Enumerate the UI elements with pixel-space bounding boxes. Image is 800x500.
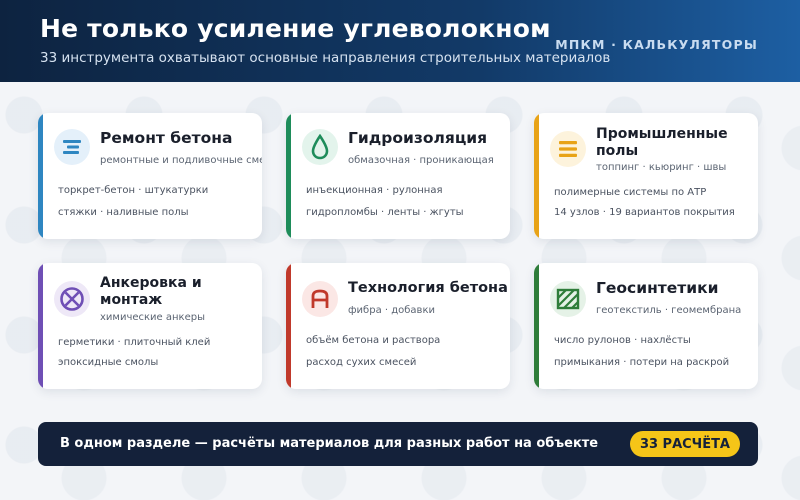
card-title: Промышленные полы xyxy=(596,126,728,159)
brand-label: МПКМ · КАЛЬКУЛЯТОРЫ xyxy=(555,37,758,52)
card-subtitle: фибра · добавки xyxy=(348,305,435,316)
card-line: примыкания · потери на раскрой xyxy=(554,357,730,368)
card-accent-bar xyxy=(38,113,43,239)
card-line: гидропломбы · ленты · жгуты xyxy=(306,207,464,218)
letter-a-icon xyxy=(302,281,338,317)
card-line: инъекционная · рулонная xyxy=(306,185,443,196)
card-accent-bar xyxy=(534,113,539,239)
count-badge[interactable]: 33 РАСЧЁТА xyxy=(629,431,740,457)
page-subtitle: 33 инструмента охватывают основные напра… xyxy=(40,50,611,66)
card-title: Технология бетона xyxy=(348,280,508,296)
card-line: число рулонов · нахлёсты xyxy=(554,335,691,346)
card-waterproofing[interactable]: Гидроизоляция обмазочная · проникающая и… xyxy=(286,113,510,239)
card-concrete-repair[interactable]: Ремонт бетона ремонтные и подливочные см… xyxy=(38,113,262,239)
card-geosynthetics[interactable]: Геосинтетики геотекстиль · геомембрана ч… xyxy=(534,263,758,389)
card-subtitle: геотекстиль · геомембрана xyxy=(596,305,742,316)
card-accent-bar xyxy=(286,113,291,239)
card-line: эпоксидные смолы xyxy=(58,357,159,368)
card-line: объём бетона и раствора xyxy=(306,335,441,346)
card-title: Гидроизоляция xyxy=(348,129,488,147)
anchor-cross-icon xyxy=(54,281,90,317)
card-subtitle: топпинг · кьюринг · швы xyxy=(596,162,727,173)
card-line: полимерные системы по АТР xyxy=(554,187,707,198)
card-title: Геосинтетики xyxy=(596,279,719,297)
card-line: торкрет-бетон · штукатурки xyxy=(58,185,209,196)
card-subtitle: химические анкеры xyxy=(100,312,205,323)
summary-bar: В одном разделе — расчёты материалов для… xyxy=(38,422,758,466)
summary-text: В одном разделе — расчёты материалов для… xyxy=(60,436,599,451)
water-drop-icon xyxy=(302,129,338,165)
card-line: расход сухих смесей xyxy=(306,357,417,368)
card-concrete-technology[interactable]: Технология бетона фибра · добавки объём … xyxy=(286,263,510,389)
card-anchoring[interactable]: Анкеровка и монтаж химические анкеры гер… xyxy=(38,263,262,389)
lines-icon xyxy=(54,129,90,165)
layers-icon xyxy=(550,131,586,167)
card-line: 14 узлов · 19 вариантов покрытия xyxy=(554,207,735,218)
card-accent-bar xyxy=(286,263,291,389)
page-title: Не только усиление углеволокном xyxy=(40,14,551,43)
header-banner: Не только усиление углеволокном 33 инстр… xyxy=(0,0,800,82)
hatched-square-icon xyxy=(550,281,586,317)
card-accent-bar xyxy=(38,263,43,389)
card-subtitle: ремонтные и подливочные смеси xyxy=(100,155,262,166)
card-line: герметики · плиточный клей xyxy=(58,337,211,348)
card-industrial-floors[interactable]: Промышленные полы топпинг · кьюринг · шв… xyxy=(534,113,758,239)
card-title: Ремонт бетона xyxy=(100,129,233,147)
card-title: Анкеровка и монтаж xyxy=(100,275,202,308)
card-subtitle: обмазочная · проникающая xyxy=(348,155,494,166)
card-accent-bar xyxy=(534,263,539,389)
card-line: стяжки · наливные полы xyxy=(58,207,189,218)
